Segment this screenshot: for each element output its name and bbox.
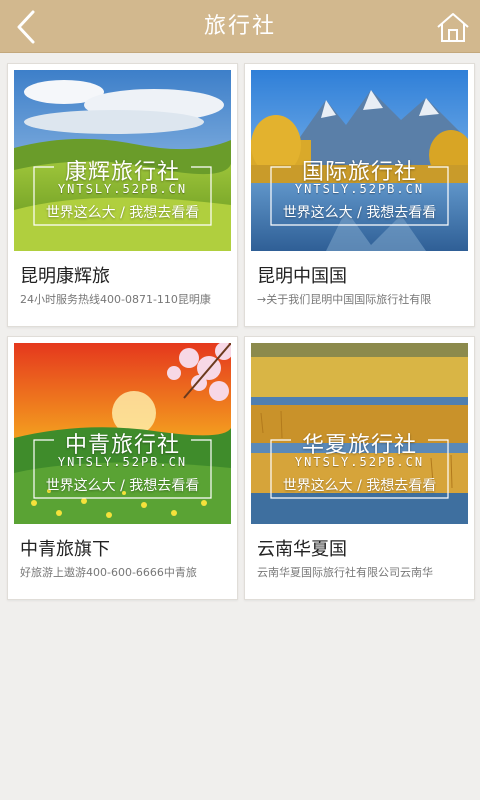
agency-description: 云南华夏国际旅行社有限公司云南华 bbox=[257, 566, 433, 579]
page-title: 旅行社 bbox=[203, 14, 276, 39]
agency-thumbnail: 中青旅行社 YNTSLY.52PB.CN 世界这么大 / 我想去看看 bbox=[14, 343, 231, 524]
image-url: YNTSLY.52PB.CN bbox=[294, 455, 425, 469]
agency-description: 好旅游上遨游400-600-6666中青旅 bbox=[20, 566, 197, 579]
home-icon bbox=[437, 13, 469, 42]
agency-description: →关于我们昆明中国国际旅行社有限 bbox=[257, 293, 432, 306]
agency-thumbnail: 康辉旅行社 YNTSLY.52PB.CN 世界这么大 / 我想去看看 bbox=[14, 70, 231, 251]
image-url: YNTSLY.52PB.CN bbox=[57, 455, 188, 469]
thumbnail-overlay: 康辉旅行社 YNTSLY.52PB.CN 世界这么大 / 我想去看看 bbox=[14, 70, 231, 251]
image-url: YNTSLY.52PB.CN bbox=[294, 182, 425, 196]
image-slogan: 世界这么大 / 我想去看看 bbox=[282, 205, 437, 221]
home-button[interactable] bbox=[432, 6, 474, 48]
thumbnail-overlay: 国际旅行社 YNTSLY.52PB.CN 世界这么大 / 我想去看看 bbox=[251, 70, 468, 251]
agency-description: 24小时服务热线400-0871-110昆明康 bbox=[20, 293, 211, 306]
agency-thumbnail: 国际旅行社 YNTSLY.52PB.CN 世界这么大 / 我想去看看 bbox=[251, 70, 468, 251]
thumbnail-overlay: 中青旅行社 YNTSLY.52PB.CN 世界这么大 / 我想去看看 bbox=[14, 343, 231, 524]
thumbnail-overlay: 华夏旅行社 YNTSLY.52PB.CN 世界这么大 / 我想去看看 bbox=[251, 343, 468, 524]
agency-card-kanghui[interactable]: 康辉旅行社 YNTSLY.52PB.CN 世界这么大 / 我想去看看 昆明康辉旅… bbox=[7, 63, 238, 327]
agency-name: 昆明康辉旅 bbox=[20, 266, 110, 287]
agency-name: 中青旅旗下 bbox=[20, 539, 110, 560]
image-slogan: 世界这么大 / 我想去看看 bbox=[282, 478, 437, 494]
agency-name: 云南华夏国 bbox=[257, 539, 347, 560]
agency-card-zhongqing[interactable]: 中青旅行社 YNTSLY.52PB.CN 世界这么大 / 我想去看看 中青旅旗下… bbox=[7, 336, 238, 600]
app-header: 旅行社 bbox=[0, 0, 480, 53]
agency-card-guoji[interactable]: 国际旅行社 YNTSLY.52PB.CN 世界这么大 / 我想去看看 昆明中国国… bbox=[244, 63, 475, 327]
image-slogan: 世界这么大 / 我想去看看 bbox=[45, 478, 200, 494]
agency-thumbnail: 华夏旅行社 YNTSLY.52PB.CN 世界这么大 / 我想去看看 bbox=[251, 343, 468, 524]
agency-name: 昆明中国国 bbox=[257, 266, 347, 287]
image-slogan: 世界这么大 / 我想去看看 bbox=[45, 205, 200, 221]
agency-card-huaxia[interactable]: 华夏旅行社 YNTSLY.52PB.CN 世界这么大 / 我想去看看 云南华夏国… bbox=[244, 336, 475, 600]
image-url: YNTSLY.52PB.CN bbox=[57, 182, 188, 196]
